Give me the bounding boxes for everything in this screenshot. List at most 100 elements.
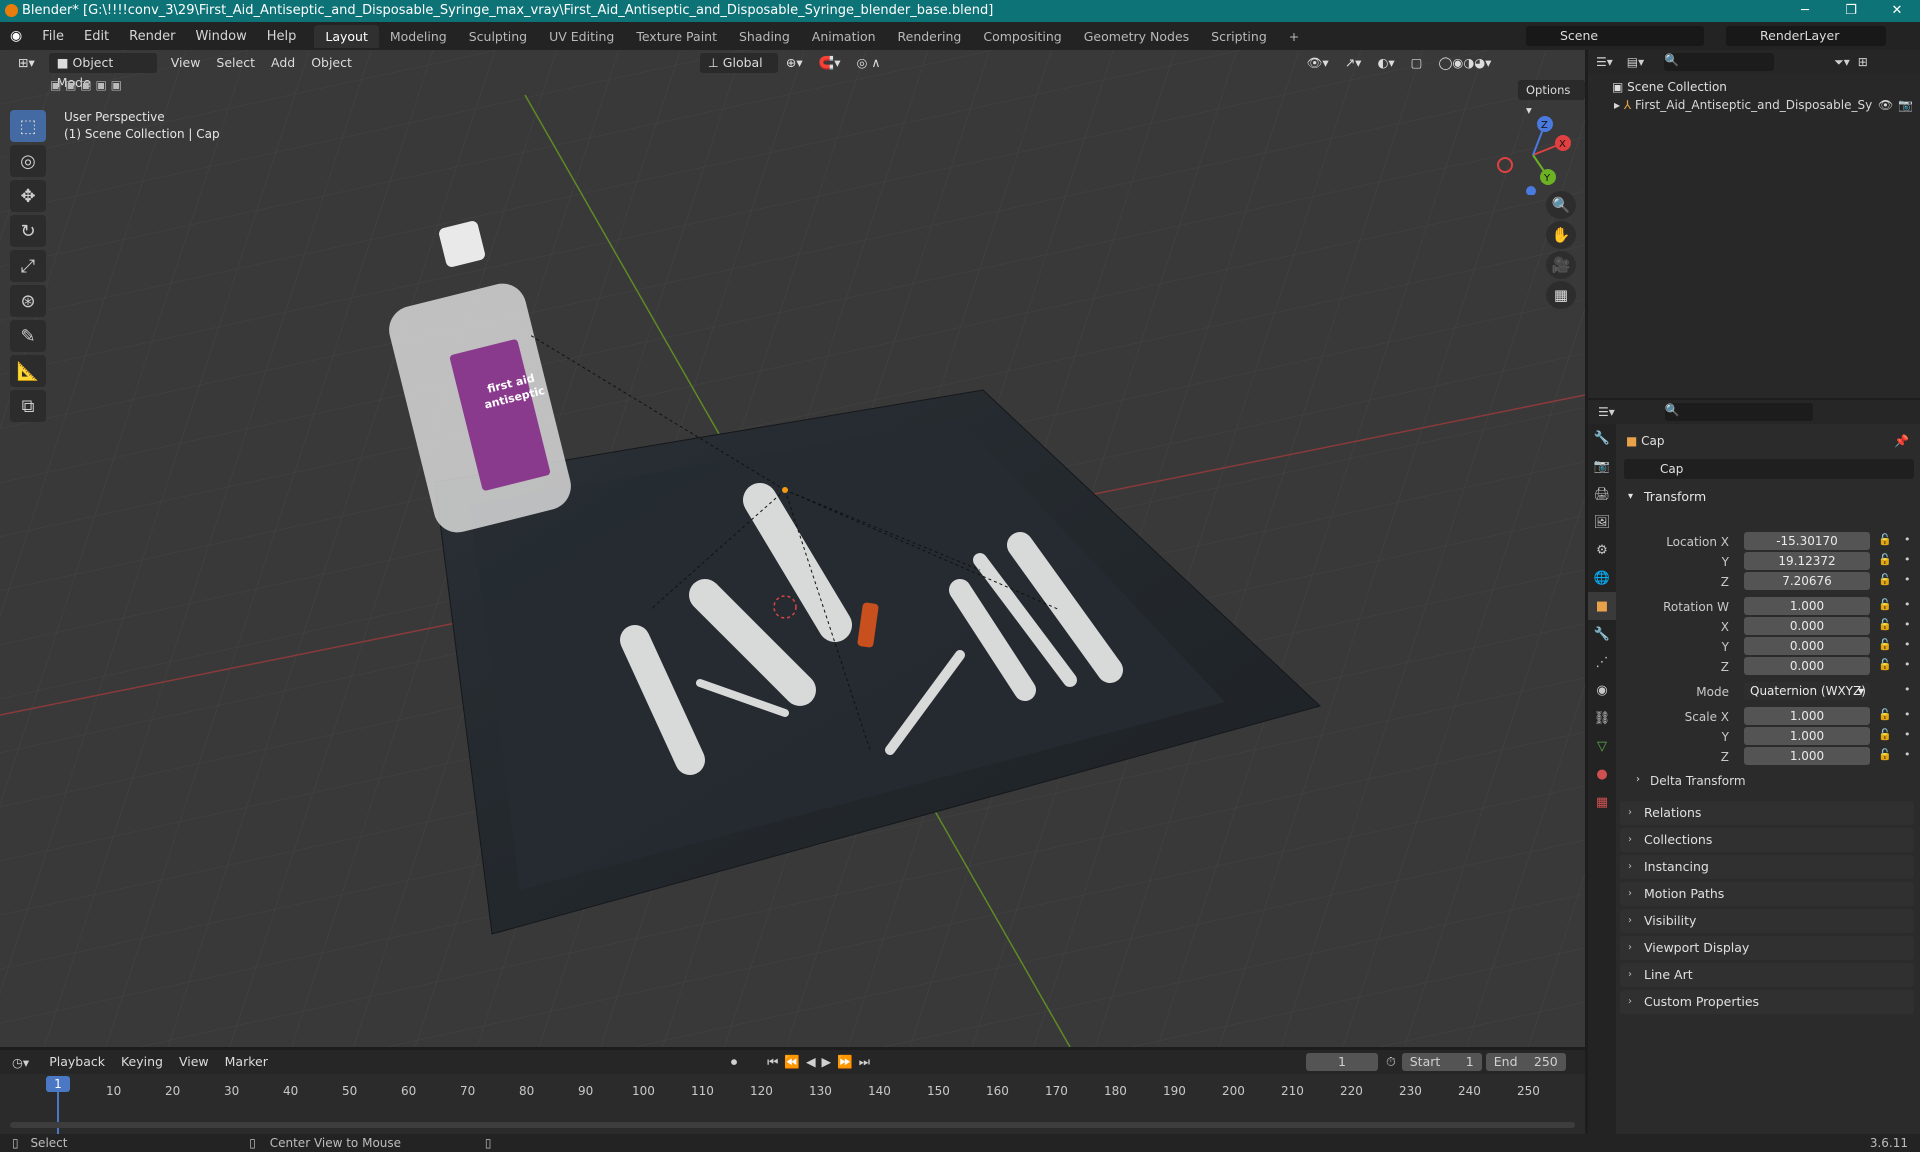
gizmo-neg-x-icon[interactable] [1497,157,1513,173]
rotation-x-field[interactable]: 0.000 [1744,617,1870,635]
timeline-editor-icon[interactable]: ◷▾ [12,1055,29,1070]
lock-icon[interactable]: 🔓 [1878,748,1892,761]
outliner-editor-icon[interactable]: ☰▾ [1596,55,1613,69]
menu-help[interactable]: Help [257,29,307,44]
overlay-toggle-icon[interactable]: ◐▾ [1369,53,1402,73]
rotate-tool-icon[interactable]: ↻ [10,215,46,247]
visibility-eye-icon[interactable]: 👁 [1878,98,1893,112]
clock-icon[interactable]: ⏱ [1386,1054,1396,1070]
select-mode-icons[interactable]: ▣ ▣ ▣ ▣ ▣ [50,78,122,92]
menu-marker[interactable]: Marker [217,1052,276,1072]
minimize-button[interactable]: ─ [1782,0,1828,22]
section-viewport-display[interactable]: › Viewport Display [1620,936,1914,960]
constraints-tab-icon[interactable]: ⛓ [1588,704,1616,732]
orientation-selector[interactable]: ⊥ Global [699,53,778,73]
playhead-frame[interactable]: 1 [46,1076,70,1092]
keyframe-dot-icon[interactable]: • [1904,748,1911,761]
maximize-button[interactable]: ❐ [1828,0,1874,22]
cursor-tool-icon[interactable]: ◎ [10,145,46,177]
zoom-icon[interactable]: 🔍 [1546,191,1576,219]
menu-object[interactable]: Object [303,53,360,73]
tab-animation[interactable]: Animation [801,25,887,48]
menu-view[interactable]: View [171,1052,217,1072]
lock-icon[interactable]: 🔓 [1878,638,1892,651]
gizmo-neg-z-icon[interactable] [1526,186,1536,195]
move-tool-icon[interactable]: ✥ [10,180,46,212]
add-cube-tool-icon[interactable]: ⧉ [10,390,46,422]
options-button[interactable]: Options ▾ [1518,80,1585,117]
object-tab-icon[interactable]: ■ [1588,592,1616,620]
menu-edit[interactable]: Edit [74,29,119,44]
output-tab-icon[interactable]: 🖨 [1588,480,1616,508]
tool-tab-icon[interactable]: 🔧 [1588,424,1616,452]
location-x-field[interactable]: -15.30170 [1744,532,1870,550]
camera-view-icon[interactable]: 🎥 [1546,251,1576,279]
menu-view[interactable]: View [163,53,209,73]
measure-tool-icon[interactable]: 📐 [10,355,46,387]
rotation-mode-dropdown[interactable]: Quaternion (WXYZ) ▾ [1744,682,1870,700]
pan-hand-icon[interactable]: ✋ [1546,221,1576,249]
scale-z-field[interactable]: 1.000 [1744,747,1870,765]
texture-tab-icon[interactable]: ▦ [1588,788,1616,816]
annotate-tool-icon[interactable]: ✎ [10,320,46,352]
outliner-item-first-aid[interactable]: ▸ ⅄ First_Aid_Antiseptic_and_Disposable_… [1588,94,1920,114]
3d-viewport[interactable]: first aid antiseptic ⊞▾ ■ Object Mode Vi… [0,50,1585,1047]
tab-modeling[interactable]: Modeling [379,25,458,48]
keyframe-dot-icon[interactable]: • [1904,553,1911,566]
keyframe-dot-icon[interactable]: • [1904,638,1911,651]
object-name-field[interactable]: Cap [1624,459,1914,479]
scale-y-field[interactable]: 1.000 [1744,727,1870,745]
snap-icon[interactable]: 🧲▾ [811,53,849,73]
rotation-z-field[interactable]: 0.000 [1744,657,1870,675]
playhead-line[interactable] [57,1092,59,1136]
view-layer-tab-icon[interactable]: 🖼 [1588,508,1616,536]
section-collections[interactable]: › Collections [1620,828,1914,852]
blender-menu-icon[interactable]: ◉ [0,28,32,44]
transform-header[interactable]: ▾ Transform [1620,486,1914,508]
close-button[interactable]: ✕ [1874,0,1920,22]
lock-icon[interactable]: 🔓 [1878,553,1892,566]
expand-arrow-icon[interactable]: ▸ [1614,98,1624,112]
lock-icon[interactable]: 🔓 [1878,598,1892,611]
physics-tab-icon[interactable]: ◉ [1588,676,1616,704]
tab-scripting[interactable]: Scripting [1200,25,1278,48]
keyframe-dot-icon[interactable]: • [1904,618,1911,631]
lock-icon[interactable]: 🔓 [1878,573,1892,586]
scene-selector[interactable]: Scene [1526,26,1704,46]
add-workspace-icon[interactable]: + [1278,25,1310,48]
pivot-icon[interactable]: ⊕▾ [778,53,811,73]
display-mode-icon[interactable]: ▤▾ [1627,55,1644,69]
scale-x-field[interactable]: 1.000 [1744,707,1870,725]
select-box-tool-icon[interactable]: ⬚ [10,110,46,142]
tab-layout[interactable]: Layout [314,24,379,48]
delta-transform-subsection[interactable]: › Delta Transform [1634,774,1746,788]
playback-controls[interactable]: ⏮⏪◀▶⏩⏭ [767,1054,876,1070]
timeline-scrollbar[interactable] [10,1122,1575,1128]
new-collection-icon[interactable]: ⊞ [1858,55,1868,69]
visibility-icon[interactable]: 👁▾ [1299,53,1337,73]
menu-keying[interactable]: Keying [113,1052,171,1072]
lock-icon[interactable]: 🔓 [1878,728,1892,741]
menu-select[interactable]: Select [208,53,263,73]
menu-file[interactable]: File [32,29,74,44]
tab-geometry-nodes[interactable]: Geometry Nodes [1073,25,1200,48]
keyframe-dot-icon[interactable]: • [1904,683,1911,696]
menu-window[interactable]: Window [185,29,256,44]
tab-compositing[interactable]: Compositing [972,25,1072,48]
material-tab-icon[interactable]: ● [1588,760,1616,788]
modifiers-tab-icon[interactable]: 🔧 [1588,620,1616,648]
section-motion-paths[interactable]: › Motion Paths [1620,882,1914,906]
start-frame-field[interactable]: Start 1 [1401,1053,1482,1071]
scene-tab-icon[interactable]: ⚙ [1588,536,1616,564]
keyframe-dot-icon[interactable]: • [1904,573,1911,586]
menu-render[interactable]: Render [119,29,185,44]
section-visibility[interactable]: › Visibility [1620,909,1914,933]
pin-icon[interactable]: 📌 [1894,434,1909,448]
keyframe-dot-icon[interactable]: • [1904,728,1911,741]
keyframe-dot-icon[interactable]: • [1904,658,1911,671]
data-tab-icon[interactable]: ▽ [1588,732,1616,760]
section-relations[interactable]: › Relations [1620,801,1914,825]
section-line-art[interactable]: › Line Art [1620,963,1914,987]
ortho-grid-icon[interactable]: ▦ [1546,281,1576,309]
editor-type-icon[interactable]: ⊞▾ [10,53,43,73]
